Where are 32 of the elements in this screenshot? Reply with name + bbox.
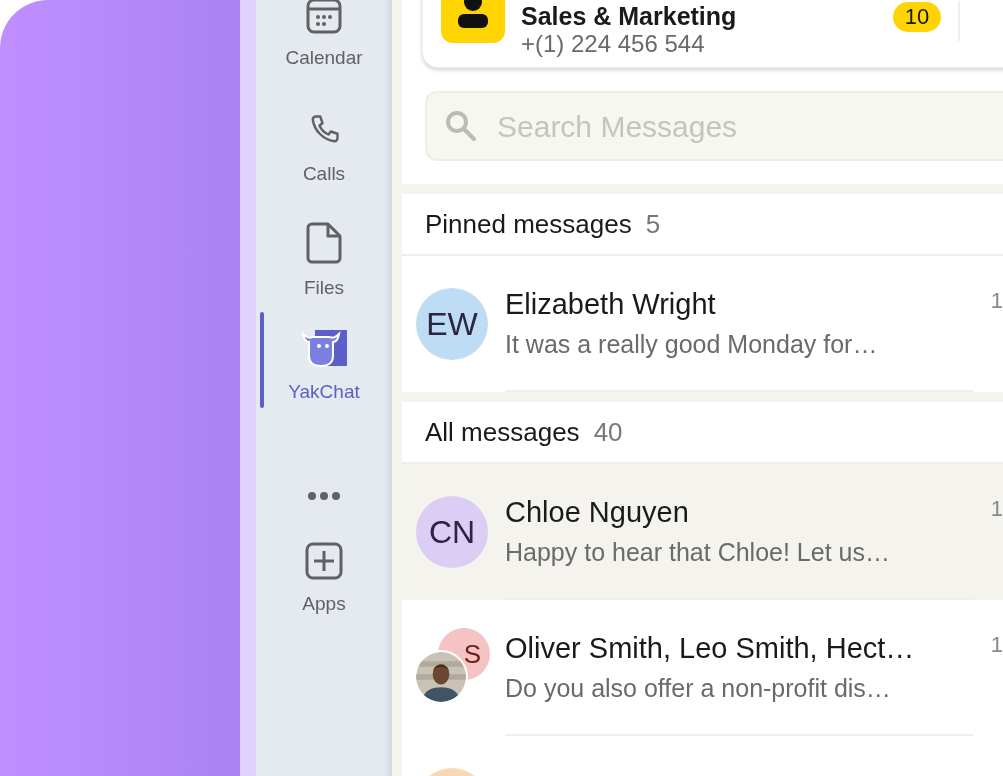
contact-card[interactable]: Sales & Marketing +(1) 224 456 544 10 — [422, 0, 1003, 68]
section-count: 40 — [593, 415, 623, 449]
nav-item[interactable]: Apps — [302, 542, 346, 619]
contact-name: Sales & Marketing — [521, 2, 738, 30]
add-icon — [305, 542, 343, 580]
section-count: 5 — [645, 207, 661, 241]
section-title: Pinned messages — [425, 207, 632, 241]
message-time: 1 — [990, 495, 1003, 523]
contact-name: Elizabeth Wright — [505, 287, 717, 322]
nav-item[interactable]: Calls — [302, 110, 346, 189]
more-icon[interactable] — [307, 491, 341, 501]
contact-phone: +(1) 224 456 544 — [521, 30, 706, 58]
nav-item[interactable]: Files — [303, 222, 345, 303]
message-time: 1 — [990, 287, 1003, 315]
search-icon — [445, 110, 477, 142]
calendar-icon — [306, 0, 342, 34]
avatar: EW — [416, 288, 488, 360]
nav-item[interactable]: YakChat — [288, 328, 360, 407]
section-title: All messages — [425, 415, 580, 449]
person-icon — [456, 0, 490, 30]
avatar: CN — [416, 496, 488, 568]
contact-name: Chloe Nguyen — [505, 495, 690, 530]
message-preview: Do you also offer a non-profit dis… — [505, 673, 892, 704]
message-time: 1 — [990, 631, 1003, 659]
file-icon — [306, 222, 342, 264]
message-preview: Happy to hear that Chloe! Let us… — [505, 537, 891, 568]
message-preview: It was a really good Monday for… — [505, 329, 879, 360]
nav-item[interactable]: Calendar — [285, 0, 363, 73]
message-row[interactable]: CN Chloe Nguyen Happy to hear that Chloe! Let us… 1 — [402, 464, 1003, 600]
yak-logo-icon — [301, 328, 347, 368]
contact-name: Oliver Smith, Leo Smith, Hect… — [505, 631, 916, 666]
unread-count: 10 — [893, 2, 941, 32]
